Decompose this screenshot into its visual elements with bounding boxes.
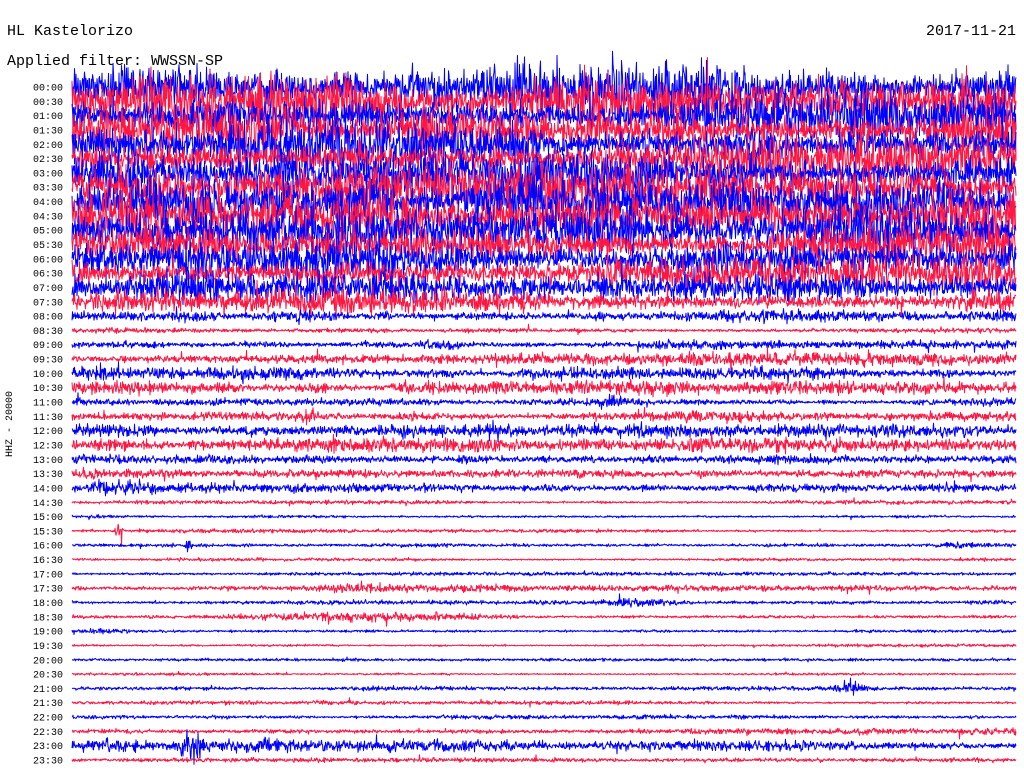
y-tick-label: 14:30	[33, 499, 63, 510]
date-label: 2017-11-21	[926, 23, 1016, 40]
y-tick-label: 08:30	[33, 327, 63, 338]
station-title: HL Kastelorizo	[7, 23, 133, 40]
y-tick-label: 16:30	[33, 556, 63, 567]
y-tick-label: 10:00	[33, 370, 63, 381]
y-tick-label: 04:30	[33, 212, 63, 223]
y-tick-label: 06:00	[33, 255, 63, 266]
y-tick-label: 17:30	[33, 585, 63, 596]
y-tick-label: 12:00	[33, 427, 63, 438]
y-tick-label: 16:00	[33, 542, 63, 553]
y-tick-label: 15:30	[33, 527, 63, 538]
y-tick-label: 09:00	[33, 341, 63, 352]
y-tick-label: 11:30	[33, 413, 63, 424]
y-tick-label: 15:00	[33, 513, 63, 524]
y-tick-label: 23:30	[33, 757, 63, 768]
y-tick-label: 06:30	[33, 270, 63, 281]
y-tick-label: 13:00	[33, 456, 63, 467]
y-tick-label: 01:00	[33, 112, 63, 123]
y-tick-label: 20:00	[33, 656, 63, 667]
y-axis-label: HHZ - 20000	[5, 391, 16, 457]
y-tick-label: 19:30	[33, 642, 63, 653]
y-tick-label: 00:30	[33, 98, 63, 109]
y-tick-label: 17:00	[33, 570, 63, 581]
filter-label: Applied filter: WWSSN-SP	[7, 53, 223, 70]
helicorder-plot: HL Kastelorizo 2017-11-21 Applied filter…	[0, 0, 1024, 780]
y-tick-label: 19:00	[33, 628, 63, 639]
y-tick-label: 02:00	[33, 141, 63, 152]
y-tick-label: 22:30	[33, 728, 63, 739]
y-tick-label: 23:00	[33, 742, 63, 753]
y-tick-label: 14:00	[33, 484, 63, 495]
y-tick-label: 12:30	[33, 442, 63, 453]
y-tick-label: 10:30	[33, 384, 63, 395]
y-tick-label: 03:30	[33, 184, 63, 195]
y-tick-label: 21:00	[33, 685, 63, 696]
y-tick-label: 22:00	[33, 714, 63, 725]
y-tick-label: 21:30	[33, 699, 63, 710]
y-tick-label: 04:00	[33, 198, 63, 209]
y-tick-label: 13:30	[33, 470, 63, 481]
y-tick-label: 02:30	[33, 155, 63, 166]
y-tick-label: 08:00	[33, 313, 63, 324]
y-tick-label: 18:30	[33, 613, 63, 624]
y-tick-label: 01:30	[33, 127, 63, 138]
y-tick-label: 11:00	[33, 399, 63, 410]
y-tick-label: 00:00	[33, 84, 63, 95]
y-tick-label: 03:00	[33, 169, 63, 180]
y-tick-label: 05:30	[33, 241, 63, 252]
y-tick-label: 20:30	[33, 671, 63, 682]
y-tick-label: 09:30	[33, 356, 63, 367]
y-tick-label: 05:00	[33, 227, 63, 238]
y-tick-label: 07:30	[33, 298, 63, 309]
y-tick-label: 18:00	[33, 599, 63, 610]
y-tick-label: 07:00	[33, 284, 63, 295]
